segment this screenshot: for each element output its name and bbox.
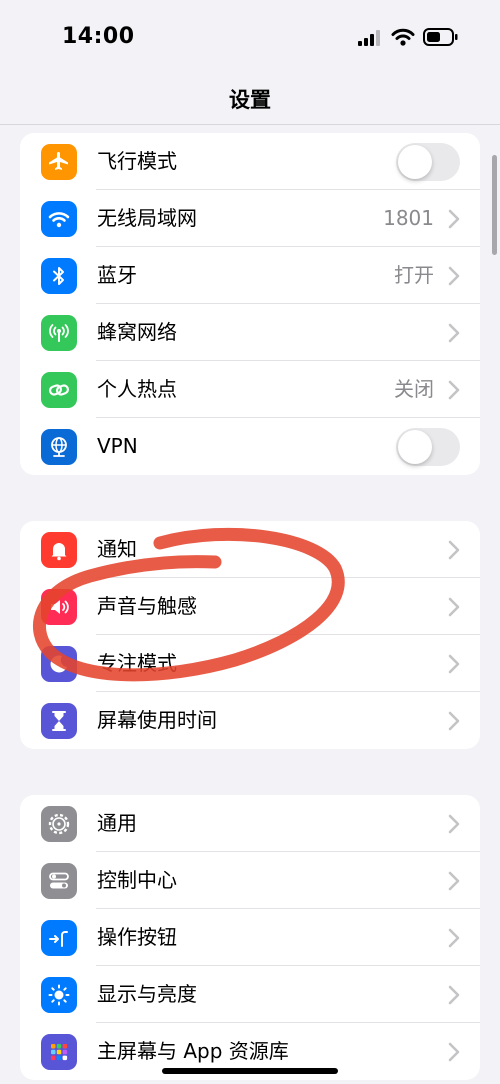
row-label: 专注模式 [97, 651, 177, 675]
row-value: 1801 [383, 206, 434, 230]
row-label: 操作按钮 [97, 925, 177, 949]
status-bar: 14:00 [0, 0, 500, 70]
chevron-right-icon [448, 654, 460, 674]
chevron-right-icon [448, 1042, 460, 1062]
battery-icon [423, 28, 458, 46]
row-cellular[interactable]: 蜂窝网络 [20, 304, 480, 361]
settings-group-connectivity: 飞行模式 无线局域网 1801 蓝牙 打开 蜂窝网络 个人热点 关闭 VPN [20, 133, 480, 475]
row-label: 通知 [97, 537, 137, 561]
row-label: 显示与亮度 [97, 982, 197, 1006]
chevron-right-icon [448, 871, 460, 891]
row-display-brightness[interactable]: 显示与亮度 [20, 966, 480, 1023]
row-value: 打开 [394, 263, 434, 287]
cellular-signal-icon [358, 30, 380, 46]
chevron-right-icon [448, 928, 460, 948]
toggle-knob [398, 145, 432, 179]
sun-icon [41, 977, 77, 1013]
home-indicator[interactable] [162, 1068, 338, 1074]
chevron-right-icon [448, 323, 460, 343]
row-focus[interactable]: 专注模式 [20, 635, 480, 692]
row-label: 飞行模式 [97, 149, 177, 173]
action-button-icon [41, 920, 77, 956]
toggle-knob [398, 430, 432, 464]
hourglass-icon [41, 703, 77, 739]
hotspot-chain-icon [41, 372, 77, 408]
control-switches-icon [41, 863, 77, 899]
status-time: 14:00 [62, 24, 135, 49]
bell-icon [41, 532, 77, 568]
row-value: 关闭 [394, 377, 434, 401]
row-airplane-mode[interactable]: 飞行模式 [20, 133, 480, 190]
speaker-icon [41, 589, 77, 625]
row-action-button[interactable]: 操作按钮 [20, 909, 480, 966]
scroll-indicator[interactable] [492, 155, 497, 255]
row-label: 主屏幕与 App 资源库 [97, 1039, 289, 1063]
row-screen-time[interactable]: 屏幕使用时间 [20, 692, 480, 749]
chevron-right-icon [448, 380, 460, 400]
chevron-right-icon [448, 814, 460, 834]
row-label: VPN [97, 434, 138, 458]
row-sounds-haptics[interactable]: 声音与触感 [20, 578, 480, 635]
chevron-right-icon [448, 209, 460, 229]
row-label: 蜂窝网络 [97, 320, 177, 344]
chevron-right-icon [448, 985, 460, 1005]
row-label: 个人热点 [97, 377, 177, 401]
chevron-right-icon [448, 711, 460, 731]
row-label: 控制中心 [97, 868, 177, 892]
settings-group-general: 通用 控制中心 操作按钮 显示与亮度 主屏幕与 App 资源库 [20, 795, 480, 1080]
chevron-right-icon [448, 540, 460, 560]
row-bluetooth[interactable]: 蓝牙 打开 [20, 247, 480, 304]
settings-screen: 14:00 设置 飞行模式 无线局域网 1801 蓝牙 打开 蜂窝网络 个人热点… [0, 0, 500, 1084]
row-general[interactable]: 通用 [20, 795, 480, 852]
wifi-icon [41, 201, 77, 237]
row-label: 声音与触感 [97, 594, 197, 618]
app-grid-icon [41, 1034, 77, 1070]
row-label: 蓝牙 [97, 263, 137, 287]
airplane-mode-toggle[interactable] [396, 143, 460, 181]
row-label: 通用 [97, 811, 137, 835]
row-personal-hotspot[interactable]: 个人热点 关闭 [20, 361, 480, 418]
chevron-right-icon [448, 597, 460, 617]
nav-divider [0, 124, 500, 125]
row-label: 无线局域网 [97, 206, 197, 230]
cellular-antenna-icon [41, 315, 77, 351]
settings-group-notifications: 通知 声音与触感 专注模式 屏幕使用时间 [20, 521, 480, 749]
chevron-right-icon [448, 266, 460, 286]
gear-icon [41, 806, 77, 842]
airplane-icon [41, 144, 77, 180]
vpn-globe-icon [41, 429, 77, 465]
row-notifications[interactable]: 通知 [20, 521, 480, 578]
wifi-status-icon [391, 28, 415, 46]
row-label: 屏幕使用时间 [97, 708, 217, 732]
vpn-toggle[interactable] [396, 428, 460, 466]
bluetooth-icon [41, 258, 77, 294]
row-control-center[interactable]: 控制中心 [20, 852, 480, 909]
row-wlan[interactable]: 无线局域网 1801 [20, 190, 480, 247]
page-title: 设置 [229, 88, 271, 112]
row-vpn[interactable]: VPN [20, 418, 480, 475]
moon-icon [41, 646, 77, 682]
